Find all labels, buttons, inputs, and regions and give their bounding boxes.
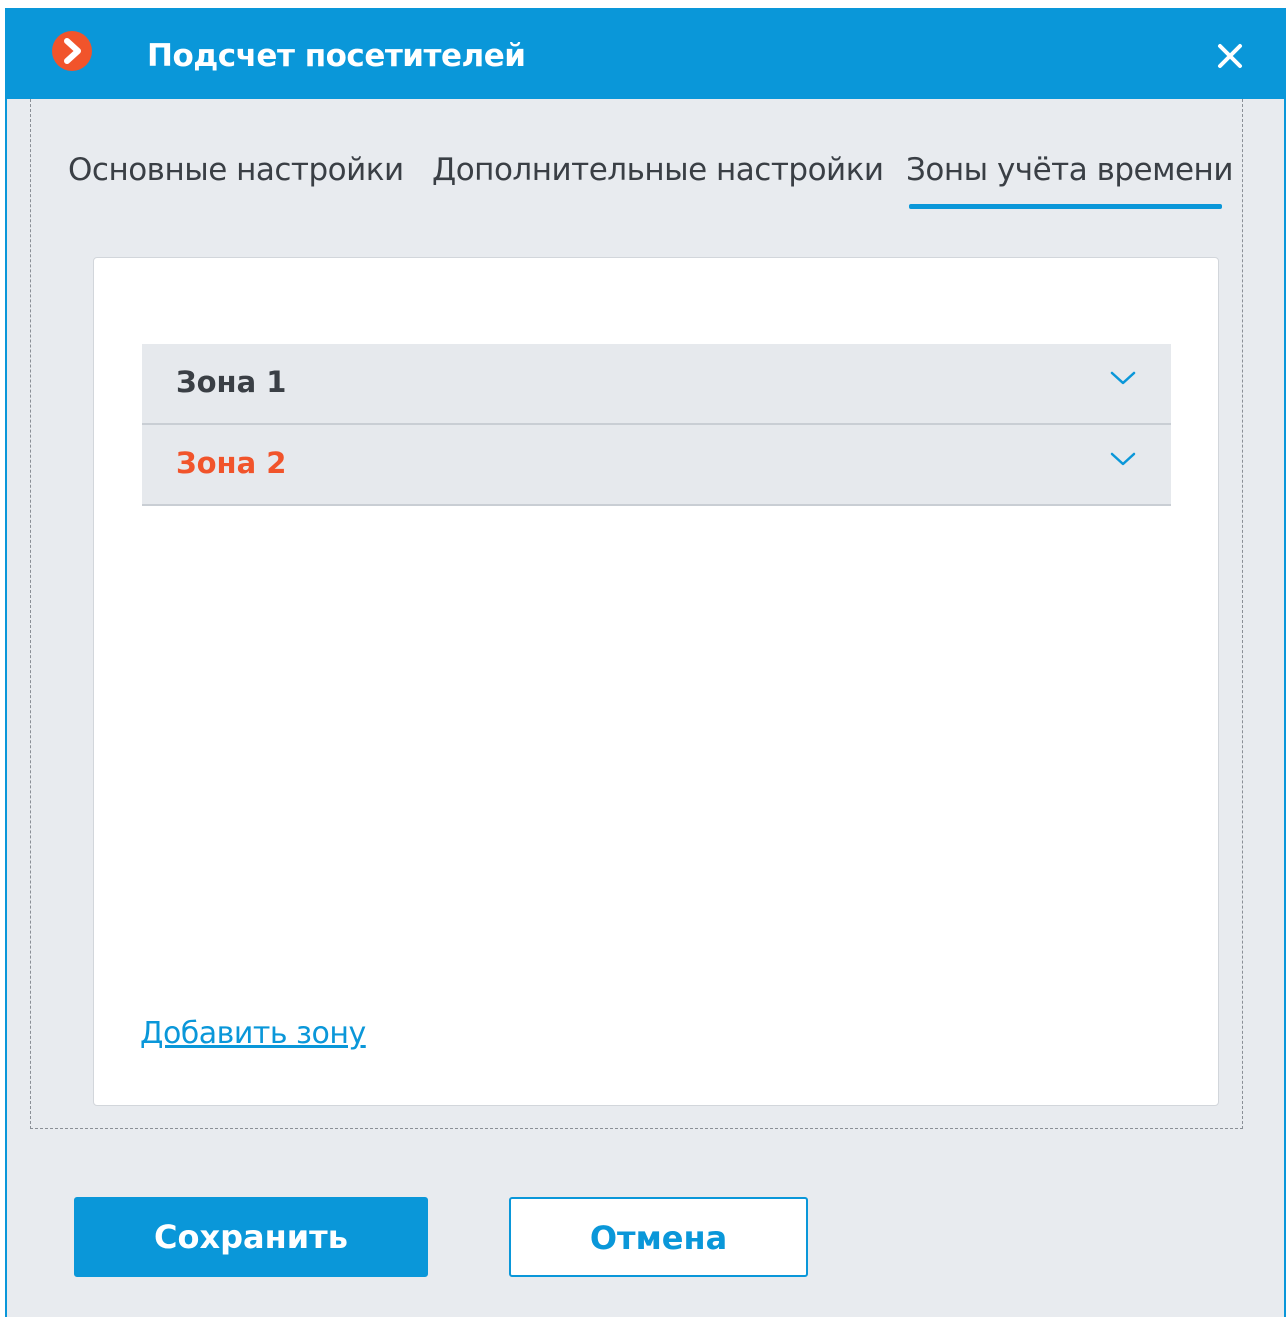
zone-row-1[interactable]: Зона 1 — [142, 344, 1171, 425]
tab-time-zones[interactable]: Зоны учёта времени — [906, 148, 1233, 192]
chevron-down-icon[interactable] — [1110, 370, 1136, 390]
close-icon[interactable] — [1212, 38, 1248, 74]
zone-label: Зона 2 — [176, 446, 287, 480]
active-tab-indicator — [909, 204, 1222, 209]
add-zone-link[interactable]: Добавить зону — [140, 1012, 366, 1056]
app-logo-icon — [52, 31, 92, 71]
tab-additional-settings[interactable]: Дополнительные настройки — [432, 148, 884, 192]
zone-label: Зона 1 — [176, 365, 287, 399]
chevron-down-icon[interactable] — [1110, 451, 1136, 471]
cancel-button[interactable]: Отмена — [509, 1197, 808, 1277]
save-button[interactable]: Сохранить — [74, 1197, 428, 1277]
dialog-title: Подсчет посетителей — [147, 38, 526, 74]
tab-basic-settings[interactable]: Основные настройки — [68, 148, 404, 192]
zone-row-2[interactable]: Зона 2 — [142, 425, 1171, 506]
